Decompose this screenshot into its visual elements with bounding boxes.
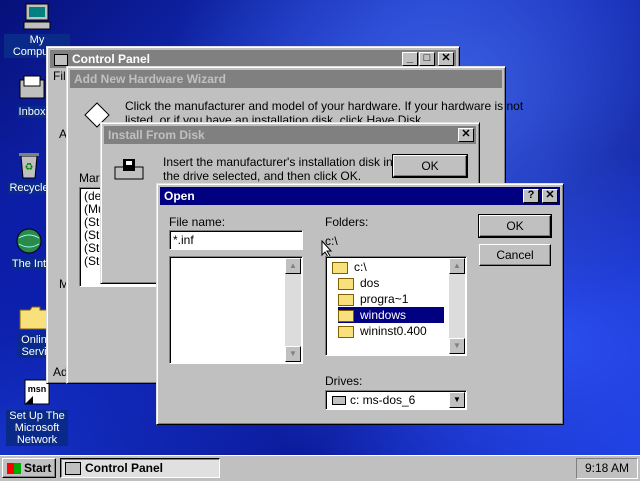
file-name-value: *.inf [173, 233, 194, 247]
globe-icon [13, 226, 45, 256]
taskbar-button-control-panel[interactable]: Control Panel [60, 458, 220, 478]
drives-select[interactable]: c: ms-dos_6 ▼ [325, 390, 467, 410]
install-disk-titlebar[interactable]: Install From Disk ✕ [104, 126, 476, 144]
scroll-down-arrow-icon[interactable]: ▼ [285, 346, 301, 362]
wizard-titlebar[interactable]: Add New Hardware Wizard [70, 70, 502, 88]
scroll-up-arrow-icon[interactable]: ▲ [285, 258, 301, 274]
maximize-button[interactable]: □ [419, 52, 435, 66]
chevron-down-icon[interactable]: ▼ [449, 392, 465, 408]
file-name-label: File name: [169, 215, 226, 229]
drive-value: c: ms-dos_6 [350, 393, 416, 407]
folder-item[interactable]: wininst0.400 [338, 323, 427, 339]
file-list-scrollbar[interactable]: ▲ ▼ [285, 258, 301, 362]
file-name-input[interactable]: *.inf [169, 230, 303, 250]
folders-tree[interactable]: c:\ dos progra~1 windows wininst0.400 ▲ … [325, 256, 467, 356]
drives-label: Drives: [325, 374, 363, 388]
desktop-icon-msn-setup[interactable]: msn Set Up The Microsoft Network [6, 378, 68, 446]
start-button[interactable]: Start [2, 458, 56, 478]
taskbar: Start Control Panel 9:18 AM [0, 455, 640, 481]
window-title: Install From Disk [108, 128, 205, 142]
ok-button[interactable]: OK [478, 214, 552, 238]
window-title: Control Panel [72, 52, 151, 66]
open-dialog-titlebar[interactable]: Open ? ✕ [160, 187, 560, 205]
desktop-icon-label: Set Up The Microsoft Network [6, 410, 68, 446]
folder-item[interactable]: dos [338, 275, 379, 291]
help-button[interactable]: ? [523, 189, 539, 203]
ok-button[interactable]: OK [392, 154, 468, 178]
open-folder-icon [332, 261, 348, 274]
windows-logo-icon [7, 463, 21, 475]
control-panel-icon [65, 462, 81, 476]
folders-label: Folders: [325, 215, 369, 229]
desktop-icon-inbox[interactable]: Inbox [14, 74, 50, 118]
folder-icon [338, 277, 354, 290]
folders-scrollbar[interactable]: ▲ ▼ [449, 258, 465, 354]
folder-icon [338, 325, 354, 338]
cancel-button[interactable]: Cancel [479, 244, 551, 266]
computer-icon [21, 2, 53, 32]
list-item[interactable]: (St [84, 255, 99, 268]
recycle-bin-icon: ♻ [13, 150, 45, 180]
file-list[interactable]: ▲ ▼ [169, 256, 303, 364]
desktop-icon-label: The Int [10, 258, 48, 270]
minimize-button[interactable]: _ [402, 52, 418, 66]
menu-file[interactable]: Fil [53, 69, 66, 83]
disk-drive-icon [113, 157, 145, 186]
svg-text:msn: msn [28, 384, 47, 394]
desktop: My Computer Inbox ♻ Recycle The Int Onli… [0, 0, 640, 455]
close-button[interactable]: ✕ [458, 128, 474, 142]
folder-icon [338, 309, 354, 322]
close-button[interactable]: ✕ [542, 189, 558, 203]
wizard-instruction-line1: Click the manufacturer and model of your… [125, 99, 524, 113]
install-message-line1: Insert the manufacturer's installation d… [163, 155, 403, 169]
system-tray-clock[interactable]: 9:18 AM [576, 458, 638, 479]
folder-icon [338, 293, 354, 306]
close-button[interactable]: ✕ [438, 52, 454, 66]
inbox-icon [16, 74, 48, 104]
folder-item[interactable]: c:\ [332, 259, 367, 275]
scroll-up-arrow-icon[interactable]: ▲ [449, 258, 465, 274]
desktop-icon-label: Inbox [17, 106, 47, 118]
scroll-down-arrow-icon[interactable]: ▼ [449, 338, 465, 354]
folder-item[interactable]: progra~1 [338, 291, 408, 307]
desktop-icon-label: Recycle [8, 182, 50, 194]
drive-icon [332, 396, 346, 405]
manufacturers-label: Mar [79, 171, 100, 185]
svg-text:♻: ♻ [25, 162, 34, 173]
install-message-line2: the drive selected, and then click OK. [163, 169, 362, 183]
open-dialog-window: Open ? ✕ File name: *.inf ▲ ▼ Folders: c… [156, 183, 564, 425]
folder-item-selected[interactable]: windows [338, 307, 444, 323]
window-title: Open [164, 189, 195, 203]
window-icon [54, 53, 68, 66]
window-title: Add New Hardware Wizard [74, 72, 226, 86]
